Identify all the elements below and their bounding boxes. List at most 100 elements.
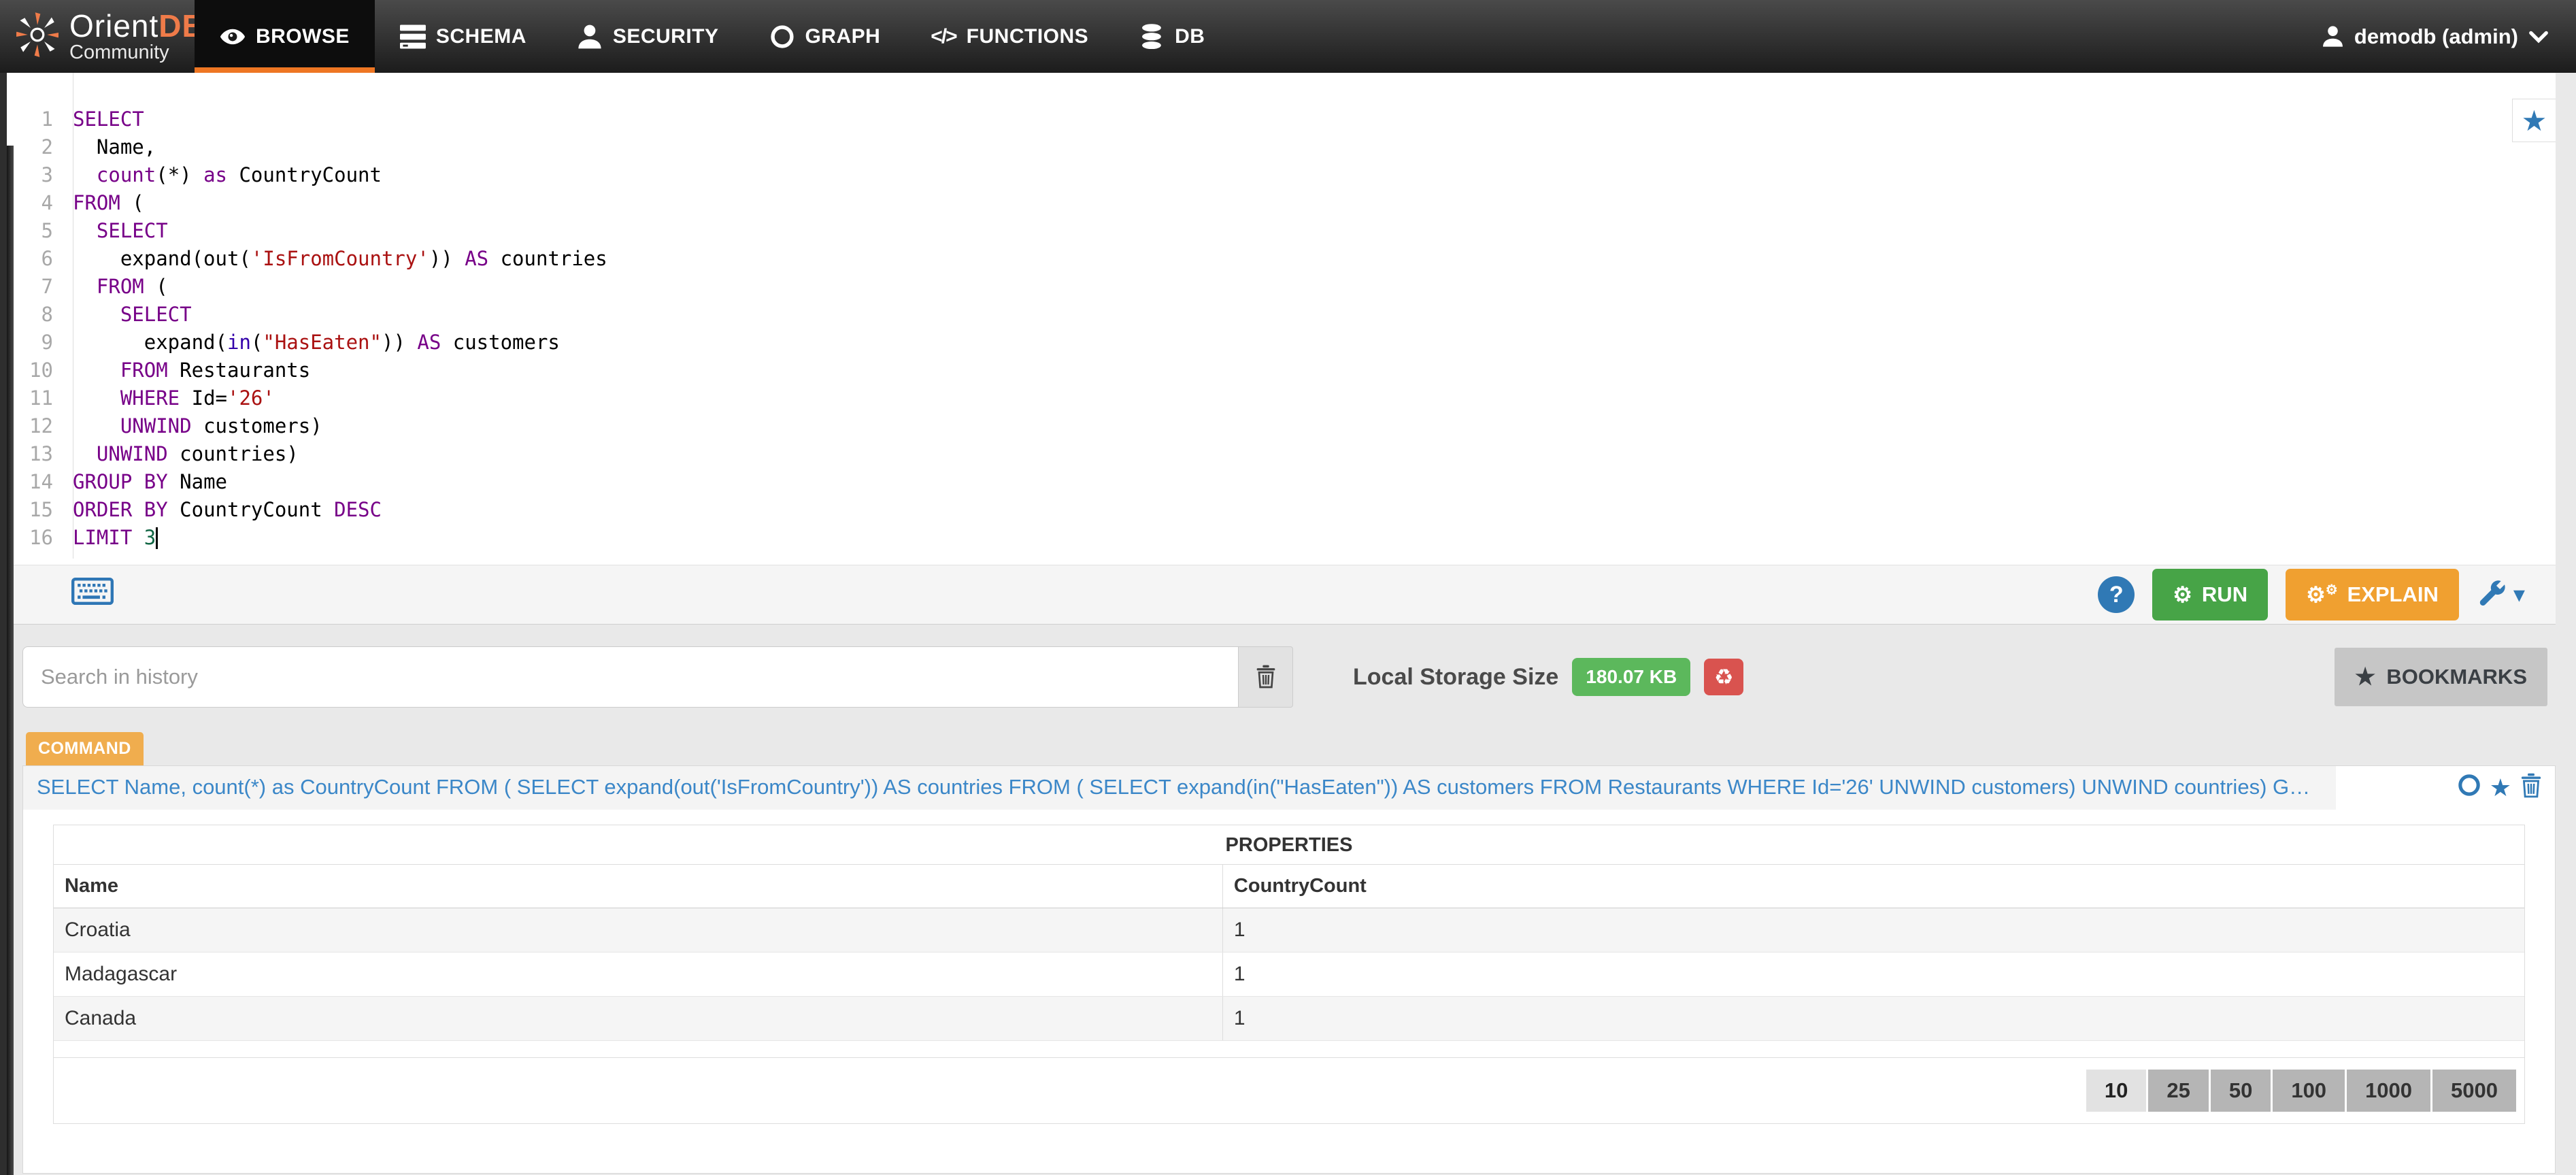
table-body: Croatia1Madagascar1Canada1 — [54, 908, 2524, 1041]
code-line: 13 UNWIND countries) — [7, 440, 2556, 468]
main-content: 1SELECT2 Name,3 count(*) as CountryCount… — [7, 73, 2576, 1175]
command-bar: SELECT Name, count(*) as CountryCount FR… — [23, 766, 2555, 810]
code-line: 16LIMIT 3 — [7, 524, 2556, 552]
code-line: 9 expand(in("HasEaten")) AS customers — [7, 329, 2556, 357]
command-type-badge: COMMAND — [26, 732, 144, 765]
tab-db[interactable]: DB — [1114, 0, 1230, 73]
page-size-1000[interactable]: 1000 — [2347, 1070, 2430, 1112]
tab-schema[interactable]: SCHEMA — [375, 0, 552, 73]
orientdb-logo[interactable]: OrientDB Community — [0, 0, 195, 73]
tab-label: FUNCTIONS — [967, 25, 1089, 48]
query-result-section: COMMAND SELECT Name, count(*) as Country… — [7, 725, 2576, 1174]
question-icon: ? — [2109, 582, 2124, 608]
tab-label: DB — [1175, 25, 1205, 48]
cell-countrycount: 1 — [1222, 953, 2524, 996]
code-line: 1SELECT — [7, 105, 2556, 133]
gears-icon: ⚙︎⚙︎ — [2306, 584, 2337, 606]
code-line: 7 FROM ( — [7, 273, 2556, 301]
pagination-bar: 10255010010005000 — [54, 1057, 2524, 1123]
table-row: Canada1 — [54, 997, 2524, 1041]
explain-button[interactable]: ⚙︎⚙︎EXPLAIN — [2286, 569, 2459, 620]
user-menu[interactable]: demodb (admin) — [2294, 0, 2576, 73]
user-menu-label: demodb (admin) — [2354, 24, 2518, 49]
run-button[interactable]: ⚙RUN — [2152, 569, 2268, 620]
tab-label: BROWSE — [256, 25, 350, 48]
editor-toolbar: ? ⚙RUN ⚙︎⚙︎EXPLAIN ▾ — [7, 565, 2556, 625]
schema-icon — [400, 24, 426, 50]
tab-label: GRAPH — [805, 25, 880, 48]
trash-icon — [2520, 772, 2543, 804]
page-size-5000[interactable]: 5000 — [2432, 1070, 2516, 1112]
code-line: 4FROM ( — [7, 189, 2556, 217]
left-edge-shade — [7, 146, 14, 1175]
local-storage-size-badge: 180.07 KB — [1572, 658, 1690, 696]
page-size-10[interactable]: 10 — [2086, 1070, 2146, 1112]
keyboard-shortcuts-button[interactable] — [71, 577, 114, 612]
delete-result-button[interactable] — [2520, 772, 2543, 804]
orientdb-studio-page: OrientDB Community BROWSE SCHEMA SECURITY G… — [0, 0, 2576, 1175]
query-editor[interactable]: 1SELECT2 Name,3 count(*) as CountryCount… — [7, 73, 2556, 565]
page-size-25[interactable]: 25 — [2148, 1070, 2208, 1112]
navbar-tabs: BROWSE SCHEMA SECURITY GRAPH </> FUNCTIONS DB — [195, 0, 1230, 73]
table-spacer — [54, 1041, 2524, 1057]
column-header-name: Name — [54, 875, 1222, 897]
brand-title: OrientDB — [69, 10, 205, 42]
clear-history-button[interactable] — [1239, 646, 1293, 708]
brand-subtitle: Community — [69, 42, 205, 63]
page-size-100[interactable]: 100 — [2273, 1070, 2345, 1112]
code-line: 8 SELECT — [7, 301, 2556, 329]
tab-label: SECURITY — [613, 25, 719, 48]
code-line: 3 count(*) as CountryCount — [7, 161, 2556, 189]
cell-name: Croatia — [54, 919, 1222, 942]
local-storage-label: Local Storage Size — [1353, 664, 1558, 691]
column-header-countrycount: CountryCount — [1222, 865, 2524, 908]
command-query-text[interactable]: SELECT Name, count(*) as CountryCount FR… — [23, 766, 2336, 810]
code-icon: </> — [931, 27, 956, 47]
query-result-card: SELECT Name, count(*) as CountryCount FR… — [22, 765, 2556, 1174]
code-line: 11 WHERE Id='26' — [7, 384, 2556, 412]
tab-security[interactable]: SECURITY — [552, 0, 744, 73]
table-header-row: NameCountryCount — [54, 865, 2524, 908]
help-button[interactable]: ? — [2098, 576, 2135, 613]
wrench-icon — [2477, 579, 2507, 611]
star-icon: ★ — [2522, 104, 2547, 137]
code-line: 15ORDER BY CountryCount DESC — [7, 496, 2556, 524]
orientdb-burst-icon — [16, 11, 58, 62]
chevron-down-icon — [2528, 24, 2549, 49]
cell-name: Canada — [54, 1007, 1222, 1030]
code-editor-lines: 1SELECT2 Name,3 count(*) as CountryCount… — [7, 73, 2556, 552]
caret-down-icon: ▾ — [2513, 581, 2525, 608]
code-line: 10 FROM Restaurants — [7, 357, 2556, 384]
eye-icon — [220, 24, 246, 50]
tab-functions[interactable]: </> FUNCTIONS — [905, 0, 1114, 73]
tab-label: SCHEMA — [436, 25, 526, 48]
bookmark-result-button[interactable]: ★ — [2490, 774, 2511, 802]
user-icon — [577, 24, 603, 50]
table-row: Croatia1 — [54, 908, 2524, 953]
bookmarks-button[interactable]: ★BOOKMARKS — [2335, 648, 2547, 706]
keyboard-icon — [71, 577, 114, 612]
tab-browse[interactable]: BROWSE — [195, 0, 375, 73]
circle-icon — [2457, 773, 2481, 804]
database-icon — [1139, 24, 1165, 50]
history-bar: Local Storage Size 180.07 KB ♻ ★BOOKMARK… — [7, 625, 2576, 725]
code-line: 5 SELECT — [7, 217, 2556, 245]
clear-storage-button[interactable]: ♻ — [1704, 659, 1743, 695]
cell-countrycount: 1 — [1222, 997, 2524, 1040]
page-size-selector: 10255010010005000 — [2086, 1070, 2516, 1112]
text-cursor — [156, 527, 158, 549]
bookmark-query-button[interactable]: ★ — [2512, 99, 2556, 142]
cell-name: Madagascar — [54, 963, 1222, 986]
local-storage-info: Local Storage Size 180.07 KB ♻ — [1353, 658, 1743, 696]
table-row: Madagascar1 — [54, 953, 2524, 997]
recycle-icon: ♻ — [1714, 664, 1734, 690]
editor-settings-dropdown[interactable]: ▾ — [2477, 579, 2525, 611]
history-search-group — [22, 646, 1293, 708]
tab-graph[interactable]: GRAPH — [744, 0, 906, 73]
rerun-query-button[interactable] — [2457, 773, 2481, 804]
search-history-input[interactable] — [22, 646, 1239, 708]
page-size-50[interactable]: 50 — [2211, 1070, 2271, 1112]
code-line: 2 Name, — [7, 133, 2556, 161]
gear-icon: ⚙ — [2173, 584, 2192, 606]
code-line: 12 UNWIND customers) — [7, 412, 2556, 440]
